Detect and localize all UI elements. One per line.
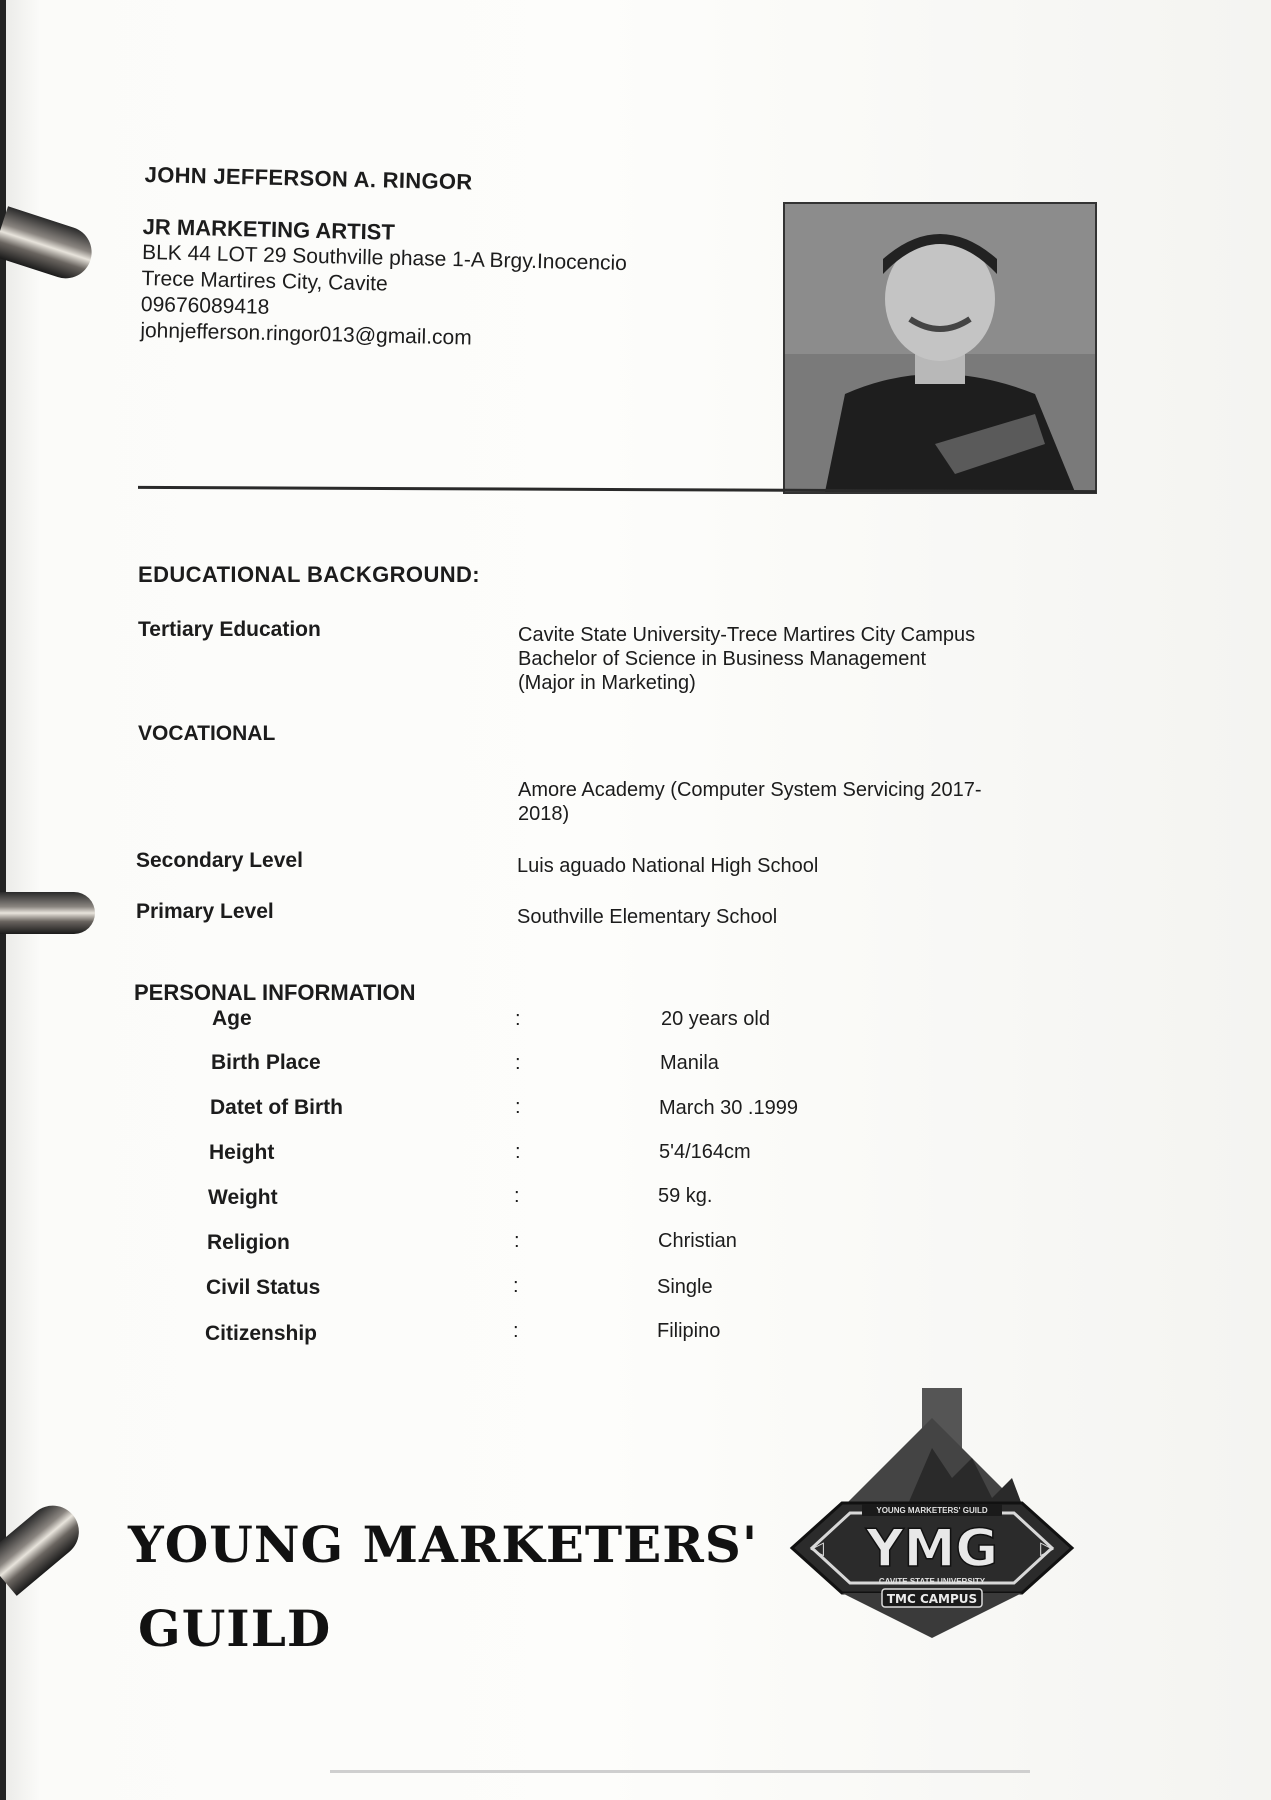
- binder-ring-bottom: [0, 1495, 90, 1596]
- svg-text:▷: ▷: [1040, 1538, 1054, 1558]
- binder-ring-middle: [0, 892, 95, 934]
- date-of-birth-label: Datet of Birth: [210, 1096, 343, 1119]
- guild-title-line-2: GUILD: [138, 1599, 332, 1658]
- applicant-name: JOHN JEFFERSON A. RINGOR: [144, 162, 473, 195]
- citizenship-value: Filipino: [657, 1320, 721, 1342]
- birth-place-value: Manila: [660, 1052, 719, 1074]
- religion-label: Religion: [207, 1231, 290, 1254]
- citizenship-label: Citizenship: [205, 1322, 318, 1345]
- tertiary-degree: Bachelor of Science in Business Manageme…: [518, 648, 927, 670]
- secondary-school: Luis aguado National High School: [517, 855, 819, 877]
- religion-colon: :: [514, 1230, 520, 1252]
- logo-main-text: YMG: [865, 1519, 998, 1579]
- tertiary-school: Cavite State University-Trece Martires C…: [518, 624, 976, 646]
- civil-status-value: Single: [657, 1276, 713, 1298]
- age-value: 20 years old: [661, 1008, 770, 1030]
- primary-label: Primary Level: [136, 900, 274, 923]
- guild-title: YOUNG MARKETERS' GUILD: [128, 1503, 758, 1671]
- applicant-photo: [783, 202, 1097, 494]
- vocational-details: Amore Academy (Computer System Servicing…: [518, 778, 982, 826]
- age-label: Age: [212, 1007, 252, 1030]
- age-colon: :: [515, 1008, 521, 1030]
- birth-place-label: Birth Place: [211, 1051, 321, 1074]
- contact-block: JR MARKETING ARTIST BLK 44 LOT 29 Southv…: [140, 214, 628, 355]
- civil-status-colon: :: [513, 1275, 519, 1297]
- primary-school: Southville Elementary School: [517, 906, 778, 928]
- guild-title-line-1: YOUNG MARKETERS': [128, 1515, 759, 1574]
- date-of-birth-colon: :: [515, 1096, 521, 1118]
- citizenship-colon: :: [513, 1320, 519, 1342]
- religion-value: Christian: [658, 1230, 737, 1252]
- logo-top-text: YOUNG MARKETERS' GUILD: [876, 1506, 987, 1515]
- svg-text:◁: ◁: [810, 1538, 824, 1558]
- weight-label: Weight: [208, 1186, 278, 1209]
- tertiary-label: Tertiary Education: [138, 618, 321, 641]
- page-bottom-mark: [330, 1770, 1030, 1773]
- binder-ring-top: [0, 206, 99, 286]
- date-of-birth-value: March 30 .1999: [659, 1097, 798, 1119]
- secondary-label: Secondary Level: [136, 849, 303, 872]
- vocational-line-1: Amore Academy (Computer System Servicing…: [518, 779, 982, 801]
- tertiary-details: Cavite State University-Trece Martires C…: [518, 623, 975, 695]
- height-label: Height: [209, 1141, 275, 1164]
- vocational-label: VOCATIONAL: [138, 722, 276, 745]
- logo-sub-text-2: TMC CAMPUS: [887, 1592, 977, 1606]
- education-heading: EDUCATIONAL BACKGROUND:: [138, 562, 481, 587]
- logo-sub-text-1: CAVITE STATE UNIVERSITY: [879, 1577, 986, 1586]
- weight-value: 59 kg.: [658, 1185, 713, 1207]
- height-colon: :: [515, 1141, 521, 1163]
- personal-info-heading: PERSONAL INFORMATION: [134, 980, 416, 1005]
- weight-colon: :: [514, 1185, 520, 1207]
- civil-status-label: Civil Status: [206, 1276, 321, 1299]
- birth-place-colon: :: [515, 1052, 521, 1074]
- resume-page: JOHN JEFFERSON A. RINGOR JR MARKETING AR…: [0, 0, 1271, 1800]
- height-value: 5'4/164cm: [659, 1141, 751, 1163]
- tertiary-major: (Major in Marketing): [518, 672, 696, 694]
- ymg-logo: YOUNG MARKETERS' GUILD YMG CAVITE STATE …: [789, 1388, 1075, 1638]
- vocational-line-2: 2018): [518, 803, 570, 825]
